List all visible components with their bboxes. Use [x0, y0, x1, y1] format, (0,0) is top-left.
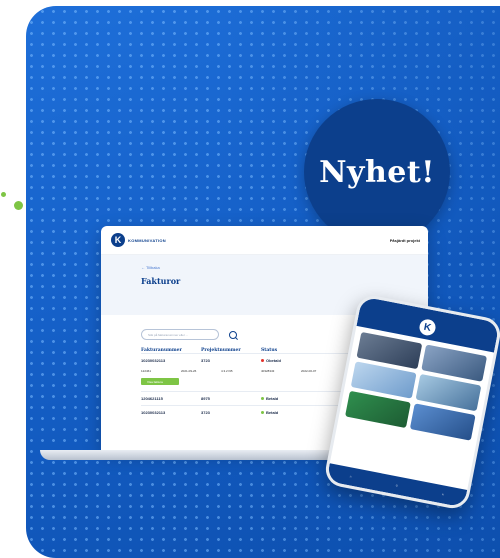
status-cell: Obetald — [261, 358, 321, 363]
view-invoice-button[interactable]: Visa faktura — [141, 378, 179, 385]
app-header: K KOMMUNIVATION Påsjärdt projekt — [101, 226, 428, 255]
column-header: Fakturanummer — [141, 348, 182, 353]
invoice-number: 1204621115 — [141, 396, 163, 401]
logo-icon: K — [111, 233, 125, 247]
project-number: 3723 — [201, 410, 210, 415]
page-title: Fakturor — [141, 276, 181, 286]
decor-dot — [1, 192, 6, 197]
status-text: Betald — [266, 396, 279, 401]
decor-dot — [14, 201, 23, 210]
menu-icon[interactable]: ≡ — [442, 492, 444, 496]
invoice-number: 10230032113 — [141, 358, 166, 363]
project-number: 3723 — [201, 358, 210, 363]
status-dot — [261, 411, 264, 414]
search-icon[interactable] — [229, 330, 237, 339]
status-cell: Betald — [261, 410, 321, 415]
detail-value: 2021-09-26 — [181, 369, 197, 373]
news-badge: Nyhet! — [304, 99, 450, 245]
project-menu[interactable]: Påsjärdt projekt — [390, 238, 420, 243]
search-input[interactable]: Sök på fakturanummer eller ... — [141, 329, 219, 340]
status-dot — [261, 397, 264, 400]
invoice-number: 10230032113 — [141, 410, 166, 415]
column-header: Projektnummer — [201, 348, 241, 353]
status-cell: Betald — [261, 396, 321, 401]
logo: K KOMMUNIVATION — [111, 233, 166, 247]
column-header: Status — [261, 348, 278, 353]
status-text: Betald — [266, 410, 279, 415]
detail-value: 40328343 — [261, 369, 275, 373]
user-icon[interactable]: ☺ — [395, 483, 399, 488]
phone-logo: K — [418, 318, 437, 337]
status-dot — [261, 359, 264, 362]
brand-name: KOMMUNIVATION — [128, 237, 166, 243]
detail-value: 122461 — [141, 369, 152, 373]
project-number: 8975 — [201, 396, 210, 401]
back-link[interactable]: ← Tillbaka — [141, 265, 428, 270]
news-badge-text: Nyhet! — [319, 154, 435, 190]
home-icon[interactable]: ⌂ — [349, 474, 352, 478]
detail-value: 2022-00-07 — [301, 369, 317, 373]
detail-value: 4.3.2 KB — [221, 369, 233, 373]
status-text: Obetald — [266, 358, 281, 363]
